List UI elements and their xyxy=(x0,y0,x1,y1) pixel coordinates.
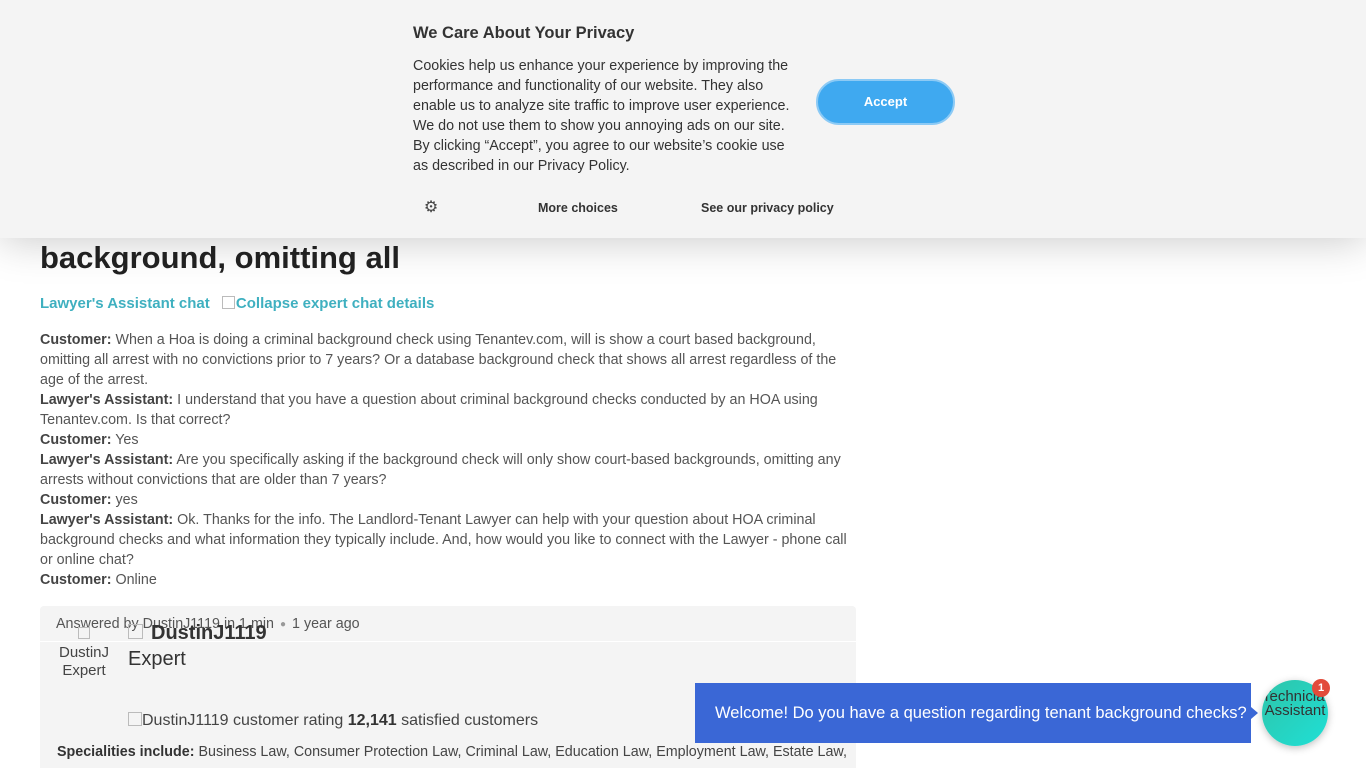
accept-button[interactable]: Accept xyxy=(816,79,955,125)
chat-bubble-tail xyxy=(1251,707,1258,719)
chat-link-row: Lawyer's Assistant chat Collapse expert … xyxy=(40,295,434,313)
speaker-label: Lawyer's Assistant: xyxy=(40,392,174,408)
speaker-label: Customer: xyxy=(40,332,112,348)
more-choices-link[interactable]: More choices xyxy=(538,201,618,215)
transcript-line: Customer: Yes xyxy=(40,430,856,450)
answer-age: 1 year ago xyxy=(292,616,360,632)
collapse-chat-details-toggle[interactable]: Collapse expert chat details xyxy=(221,295,435,312)
broken-image-icon xyxy=(128,712,142,726)
specialities-label: Specialities include: xyxy=(57,744,195,760)
transcript-line: Lawyer's Assistant: Are you specifically… xyxy=(40,450,856,490)
cookie-title: We Care About Your Privacy xyxy=(413,24,635,42)
satisfied-label: satisfied customers xyxy=(401,712,539,729)
message-text: When a Hoa is doing a criminal backgroun… xyxy=(40,332,837,388)
transcript-line: Customer: yes xyxy=(40,490,856,510)
page-title: background, omitting all xyxy=(40,240,400,275)
speaker-label: Lawyer's Assistant: xyxy=(40,512,174,528)
broken-image-icon xyxy=(128,624,143,639)
expert-name-link[interactable]: DustinJ1119 xyxy=(151,622,267,644)
message-text: yes xyxy=(111,492,138,508)
separator-dot-icon: ● xyxy=(280,619,287,630)
chat-transcript: Customer: When a Hoa is doing a criminal… xyxy=(40,330,856,590)
expert-avatar[interactable]: DustinJ Expert xyxy=(56,626,112,680)
cookie-description: Cookies help us enhance your experience … xyxy=(413,58,790,174)
avatar-alt-text: DustinJ Expert xyxy=(58,644,110,679)
broken-image-icon xyxy=(221,296,235,309)
expert-rating-row: DustinJ1119 customer rating 12,141 satis… xyxy=(128,712,538,730)
message-text: Online xyxy=(111,572,157,588)
chat-welcome-bubble[interactable]: Welcome! Do you have a question regardin… xyxy=(695,683,1251,743)
transcript-line: Lawyer's Assistant: Ok. Thanks for the i… xyxy=(40,510,856,570)
specialities-list: Business Law, Consumer Protection Law, C… xyxy=(198,744,847,760)
collapse-chat-details-alt: Collapse expert chat details xyxy=(235,295,435,312)
transcript-line: Customer: When a Hoa is doing a criminal… xyxy=(40,330,856,390)
expert-name-row: DustinJ1119 xyxy=(128,622,267,645)
expert-title: Expert xyxy=(128,648,186,670)
speaker-label: Customer: xyxy=(40,572,112,588)
speaker-label: Lawyer's Assistant: xyxy=(40,452,174,468)
privacy-policy-link[interactable]: See our privacy policy xyxy=(701,201,834,215)
speaker-label: Customer: xyxy=(40,432,112,448)
notification-badge: 1 xyxy=(1312,679,1330,697)
cookie-consent-banner: We Care About Your Privacy Cookies help … xyxy=(0,0,1366,238)
broken-image-icon xyxy=(78,627,90,639)
specialities-row: Specialities include: Business Law, Cons… xyxy=(57,744,847,760)
satisfied-count: 12,141 xyxy=(347,712,397,729)
gear-icon[interactable]: ⚙ xyxy=(423,200,439,216)
message-text: Yes xyxy=(111,432,139,448)
rating-alt-text: DustinJ1119 customer rating xyxy=(142,712,344,729)
lawyers-assistant-chat-link[interactable]: Lawyer's Assistant chat xyxy=(40,295,210,312)
transcript-line: Customer: Online xyxy=(40,570,856,590)
transcript-line: Lawyer's Assistant: I understand that yo… xyxy=(40,390,856,430)
speaker-label: Customer: xyxy=(40,492,112,508)
